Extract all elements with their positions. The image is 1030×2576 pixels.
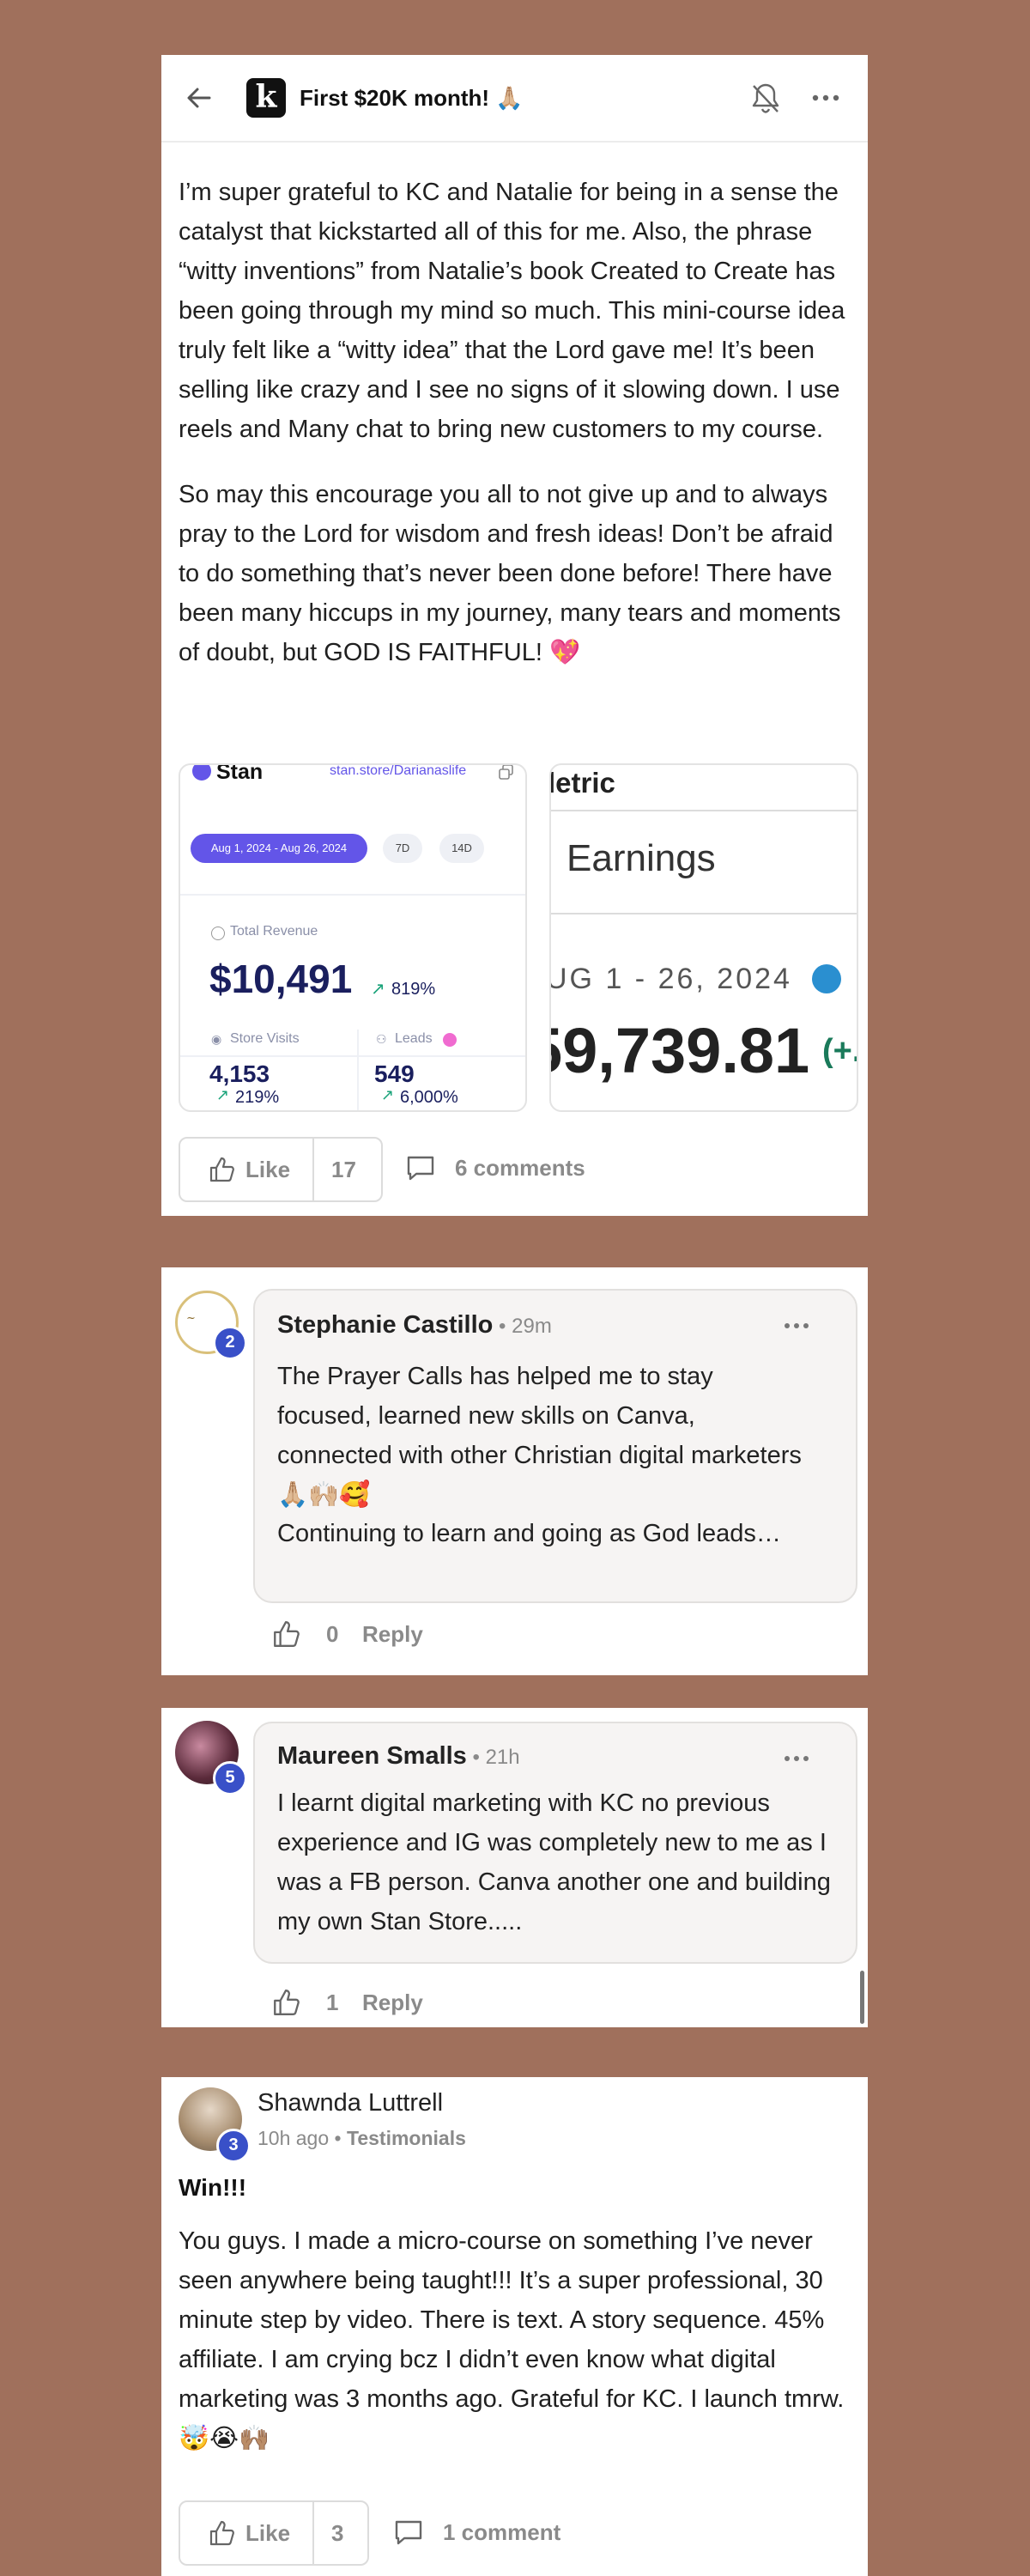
post-body: I’m super grateful to KC and Natalie for…	[179, 173, 857, 698]
like-control[interactable]: Like 3	[179, 2500, 369, 2566]
post-card: k First $20K month! 🙏🏼 I’m super gratefu…	[161, 55, 868, 1216]
earnings-title: Earnings	[566, 837, 716, 879]
post-paragraph: So may this encourage you all to not giv…	[179, 481, 841, 666]
comment-text: Continuing to learn and going as God lea…	[277, 1520, 781, 1547]
post-title: First $20K month! 🙏🏼	[300, 85, 524, 111]
post-header: k First $20K month! 🙏🏼	[161, 55, 868, 143]
leads-value: 549	[374, 1060, 415, 1087]
more-icon[interactable]	[782, 1320, 811, 1332]
post-card: 3 Shawnda Luttrell 10h ago • Testimonial…	[161, 2077, 868, 2576]
stan-logo-icon	[192, 765, 211, 781]
comment-time: 29m	[512, 1315, 552, 1338]
post-time: 10h ago	[258, 2127, 330, 2149]
revenue-value: $10,491	[209, 957, 353, 1001]
reply-button[interactable]: Reply	[362, 1990, 423, 2016]
author-name[interactable]: Shawnda Luttrell	[258, 2089, 443, 2117]
users-icon: ⚇	[376, 1032, 387, 1046]
post-body: You guys. I made a micro-course on somet…	[179, 2227, 845, 2452]
leads-change: 6,000%	[400, 1088, 458, 1107]
earnings-value: 59,739.81	[549, 1015, 810, 1086]
stan-date-range: Aug 1, 2024 - Aug 26, 2024	[191, 834, 367, 863]
level-badge: 3	[216, 2129, 251, 2163]
comment-card: 5 Maureen Smalls • 21h I learnt digital …	[161, 1708, 868, 2027]
stan-url: stan.store/Darianaslife	[330, 763, 467, 778]
more-icon[interactable]	[807, 81, 845, 115]
leads-label: Leads	[395, 1031, 433, 1046]
like-control[interactable]: Like 17	[179, 1137, 383, 1202]
avatar-logo: ~	[186, 1312, 196, 1325]
comment-time: 21h	[485, 1746, 520, 1769]
earnings-date-range: UG 1 - 26, 2024	[549, 963, 792, 995]
visits-value: 4,153	[209, 1060, 270, 1087]
post-meta: 10h ago • Testimonials	[258, 2127, 466, 2149]
comments-link[interactable]: 1 comment	[443, 2519, 560, 2546]
stan-dashboard-image[interactable]: Stan stan.store/Darianaslife Aug 1, 2024…	[179, 763, 527, 1112]
reply-button[interactable]: Reply	[362, 1621, 423, 1648]
comment-text: The Prayer Calls has helped me to stay f…	[277, 1363, 802, 1509]
eye-icon: ◉	[211, 1032, 222, 1046]
copy-icon	[499, 765, 513, 780]
like-button[interactable]: Like	[180, 2502, 314, 2564]
trend-up-icon: ↗	[216, 1086, 230, 1103]
comment-icon[interactable]	[393, 2518, 424, 2546]
like-count: 17	[331, 1157, 356, 1182]
revenue-label: Total Revenue	[230, 924, 318, 939]
level-badge: 5	[213, 1761, 247, 1795]
like-label: Like	[245, 1157, 291, 1182]
post-category[interactable]: Testimonials	[347, 2127, 466, 2149]
more-icon[interactable]	[782, 1753, 811, 1765]
commenter-name[interactable]: Maureen Smalls	[277, 1742, 467, 1770]
stan-range-7d: 7D	[383, 834, 422, 863]
info-icon	[211, 927, 225, 940]
thumbs-up-icon[interactable]	[271, 1988, 300, 2017]
leads-dot	[443, 1033, 457, 1047]
stan-range-14d: 14D	[439, 834, 484, 863]
trend-up-icon: ↗	[381, 1086, 395, 1103]
earnings-brand: letric	[549, 767, 615, 799]
thumbs-up-icon[interactable]	[271, 1619, 300, 1649]
thumbs-up-icon	[209, 2520, 234, 2546]
visits-label: Store Visits	[230, 1031, 300, 1046]
post-title: Win!!!	[179, 2174, 247, 2201]
community-logo[interactable]: k	[246, 78, 286, 118]
scrollbar[interactable]	[860, 1971, 864, 2024]
level-badge: 2	[213, 1326, 247, 1360]
post-paragraph: I’m super grateful to KC and Natalie for…	[179, 179, 845, 443]
trend-up-icon: ↗	[371, 980, 385, 999]
visits-change: 219%	[235, 1088, 280, 1107]
comment-like-count: 1	[326, 1990, 339, 2015]
bell-icon[interactable]	[747, 79, 785, 117]
comment-text: I learnt digital marketing with KC no pr…	[277, 1789, 831, 1935]
stan-brand: Stan	[216, 763, 264, 784]
revenue-change: 819%	[391, 980, 436, 999]
like-label: Like	[245, 2520, 291, 2546]
earnings-screenshot-image[interactable]: letric Earnings UG 1 - 26, 2024 59,739.8…	[549, 763, 858, 1112]
comments-link[interactable]: 6 comments	[455, 1155, 585, 1182]
commenter-name[interactable]: Stephanie Castillo	[277, 1311, 493, 1339]
comment-bubble: Stephanie Castillo • 29m The Prayer Call…	[253, 1289, 857, 1603]
like-button[interactable]: Like	[180, 1139, 314, 1200]
comment-icon[interactable]	[405, 1154, 436, 1182]
status-dot	[812, 964, 841, 993]
earnings-change: (+.	[822, 1033, 858, 1069]
back-arrow-icon[interactable]	[182, 81, 216, 115]
like-count: 3	[331, 2520, 344, 2546]
comment-card: ~ 2 Stephanie Castillo • 29m The Prayer …	[161, 1267, 868, 1675]
thumbs-up-icon	[209, 1157, 234, 1182]
comment-bubble: Maureen Smalls • 21h I learnt digital ma…	[253, 1722, 857, 1964]
comment-like-count: 0	[326, 1621, 339, 1647]
